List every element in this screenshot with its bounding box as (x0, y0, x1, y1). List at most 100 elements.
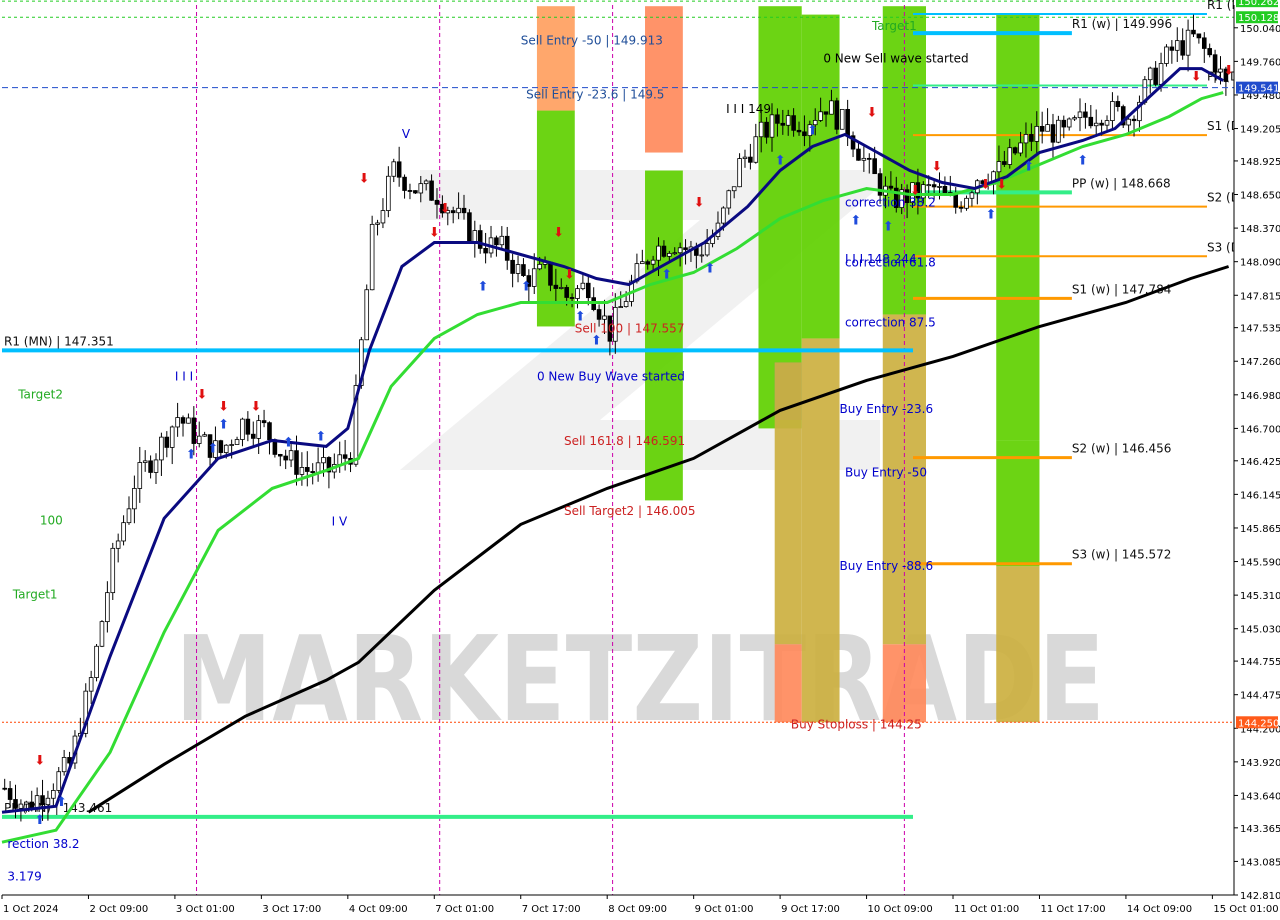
candle-body (742, 156, 748, 159)
candle-body (656, 245, 661, 261)
candle-body (7, 788, 13, 800)
candle-body (310, 471, 315, 474)
price-tick-label: 142.810 (1240, 891, 1280, 902)
price-tick-label: 148.090 (1240, 258, 1280, 269)
time-tick-label: 11 Oct 17:00 (1040, 904, 1105, 915)
time-tick-label: 11 Oct 01:00 (954, 904, 1019, 915)
candle-body (191, 417, 197, 444)
price-tick-label: 146.425 (1240, 457, 1280, 468)
candle-body (132, 488, 137, 510)
candle-body (467, 212, 472, 242)
candle-body (61, 757, 67, 773)
candle-body (305, 467, 310, 472)
candle-body (391, 161, 397, 177)
buy-arrow-icon: ⬆ (883, 219, 894, 234)
buy-arrow-icon: ⬆ (207, 441, 218, 456)
candle-body (186, 417, 191, 424)
candle-body (575, 288, 580, 299)
candle-body (45, 797, 51, 806)
buy-arrow-icon: ⬆ (186, 447, 197, 462)
buy-arrow-icon: ⬆ (521, 279, 532, 294)
candle-body (121, 522, 126, 542)
chart-annotation: Sell Target2 | 146.005 (564, 504, 696, 518)
pivot-label: PP (w) | 148.668 (1072, 176, 1171, 190)
candle-body (834, 100, 840, 130)
candle-body (423, 180, 429, 185)
pivot-label: S1 (w) | 147.784 (1072, 282, 1172, 296)
price-tag-label: 150.262 (1238, 0, 1279, 8)
candle-body (796, 129, 802, 133)
chart-annotation: correction 38.2 (845, 196, 936, 210)
candle-body (267, 422, 272, 441)
price-tick-label: 147.815 (1240, 291, 1280, 302)
candle-body (1088, 116, 1094, 127)
pivot-label: R1 (w) | 149.996 (1072, 17, 1172, 31)
candle-body (142, 460, 148, 463)
candle-body (1158, 63, 1164, 85)
price-tick-label: 143.365 (1240, 824, 1280, 835)
candle-body (1180, 40, 1185, 56)
watermark-text: MARKETZITRADE (175, 610, 1105, 748)
candle-body (169, 426, 175, 448)
candle-body (1072, 117, 1077, 120)
candle-body (969, 192, 975, 199)
time-tick-label: 15 Oct 01:00 (1213, 904, 1278, 915)
candle-body (375, 222, 380, 225)
candle-body (1023, 134, 1029, 144)
candle-body (148, 460, 153, 473)
candle-body (1104, 120, 1110, 126)
chart-annotation: 0 New Sell wave started (823, 52, 968, 66)
candle-body (866, 157, 872, 160)
buy-arrow-icon: ⬆ (591, 333, 602, 348)
candle-body (861, 157, 867, 161)
candle-body (623, 301, 629, 308)
sell-arrow-icon: ⬇ (359, 172, 370, 187)
candle-body (953, 194, 959, 208)
candle-body (1147, 67, 1153, 81)
chart-annotation: I I I 148.244 (845, 252, 917, 266)
price-tick-label: 146.980 (1240, 391, 1280, 402)
candle-body (585, 282, 591, 299)
candle-body (159, 436, 164, 461)
buy-arrow-icon: ⬆ (807, 124, 818, 139)
price-tick-label: 144.475 (1240, 691, 1280, 702)
candle-body (769, 114, 775, 138)
candle-body (456, 207, 461, 214)
sell-arrow-icon: ⬇ (218, 399, 229, 414)
signal-zone (996, 566, 1040, 723)
candle-body (105, 592, 110, 623)
candle-body (402, 176, 407, 191)
time-tick-label: 4 Oct 09:00 (349, 904, 408, 915)
candle-body (180, 417, 186, 424)
buy-arrow-icon: ⬆ (315, 429, 326, 444)
candle-body (483, 248, 488, 254)
chart-annotation: Buy Entry -23.6 (840, 402, 934, 416)
candle-body (110, 547, 116, 594)
candle-body (1174, 40, 1180, 51)
candle-body (1066, 118, 1072, 128)
candle-body (672, 252, 678, 255)
candle-body (40, 795, 45, 806)
buy-arrow-icon: ⬆ (775, 154, 786, 169)
buy-arrow-icon: ⬆ (1023, 160, 1034, 175)
candle-body (223, 444, 229, 453)
candle-body (785, 115, 791, 126)
price-tick-label: 150.040 (1240, 24, 1280, 35)
candle-body (699, 254, 705, 257)
candle-body (1093, 122, 1099, 127)
candle-body (645, 261, 651, 265)
candle-body (753, 136, 759, 163)
pivot-label: R1 (MN) | 147.351 (4, 334, 114, 348)
candle-body (1061, 119, 1067, 128)
candle-body (2, 787, 7, 790)
signal-zone (774, 644, 802, 723)
candle-body (650, 259, 656, 265)
price-chart[interactable]: MARKETZITRADER1 (MN) | 147.351PP (MN) | … (0, 0, 1280, 920)
candle-body (845, 108, 850, 137)
candle-body (342, 454, 348, 459)
candle-body (964, 197, 969, 209)
candle-body (704, 243, 710, 256)
candle-body (18, 803, 24, 809)
candle-body (175, 417, 180, 428)
price-tag-label: 150.128 (1238, 13, 1279, 24)
